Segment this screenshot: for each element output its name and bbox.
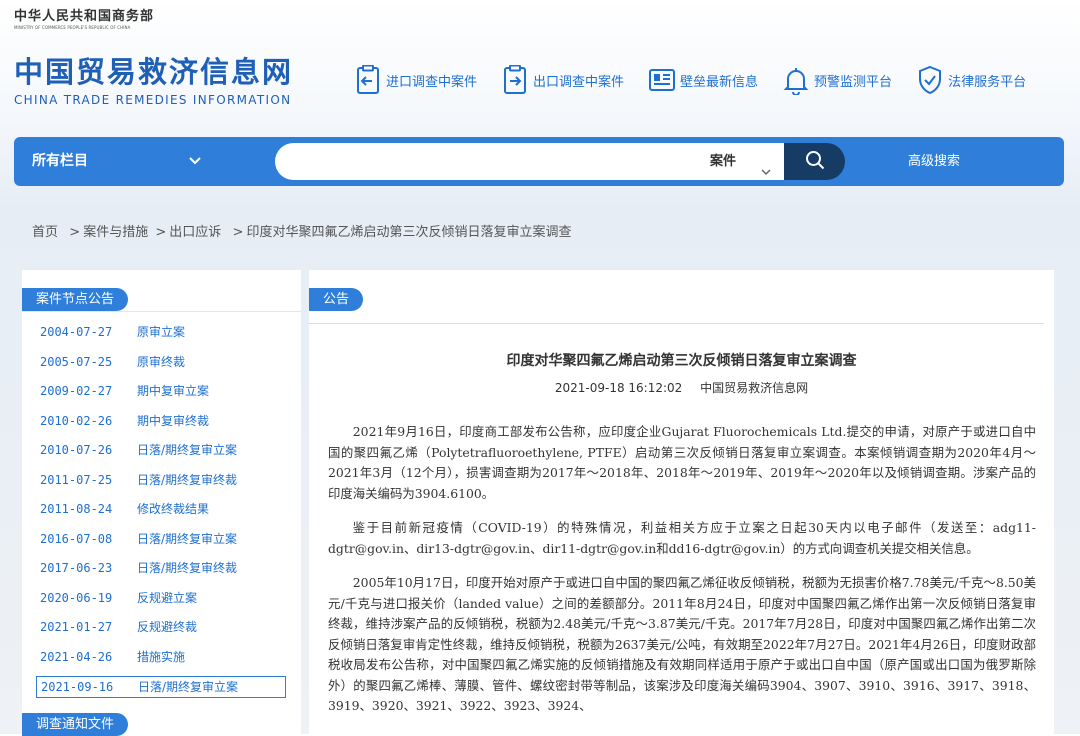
advanced-search-link[interactable]: 高级搜索 [908, 137, 960, 186]
article-panel: 公告 印度对华聚四氟乙烯启动第三次反倾销日落复审立案调查 2021-09-18 … [309, 270, 1054, 734]
document-out-icon [501, 64, 529, 96]
node-title: 反规避终裁 [137, 620, 198, 634]
node-item[interactable]: 2010-02-26 期中复审终裁 [36, 407, 290, 437]
node-date: 2005-07-25 [40, 354, 113, 369]
nav-export-cases[interactable]: 出口调查中案件 [501, 64, 624, 96]
article-meta: 2021-09-18 16:12:02 中国贸易救济信息网 [309, 379, 1054, 396]
node-date: 2011-07-25 [40, 472, 113, 487]
node-date: 2021-01-27 [40, 620, 113, 634]
search-bar: 所有栏目 案件 高级搜索 [14, 137, 1064, 186]
node-title: 日落/期终复审立案 [137, 531, 238, 546]
article-source: 中国贸易救济信息网 [700, 381, 809, 395]
sidebar-section-title: 案件节点公告 [22, 288, 129, 311]
site-logo-en: CHINA TRADE REMEDIES INFORMATION [14, 93, 292, 107]
nav-legal-platform-label: 法律服务平台 [948, 74, 1027, 90]
bell-icon [782, 64, 810, 96]
nav-barrier-news-label: 壁垒最新信息 [680, 74, 759, 90]
nav-warning-platform[interactable]: 预警监测平台 [782, 64, 892, 96]
article-paragraph: 2005年10月17日，印度开始对原产于或进口自中国的聚四氟乙烯征收反倾销税，税… [328, 575, 1036, 713]
nav-export-cases-label: 出口调查中案件 [533, 74, 625, 90]
nav-import-cases[interactable]: 进口调查中案件 [354, 64, 477, 96]
document-in-icon [354, 64, 382, 96]
node-item[interactable]: 2011-08-24 修改终裁结果 [36, 495, 290, 525]
article-section-label: 公告 [309, 288, 364, 311]
node-item[interactable]: 2020-06-19 反规避立案 [36, 584, 290, 614]
node-title: 期中复审立案 [137, 384, 210, 398]
search-type-label: 案件 [710, 154, 737, 169]
article-datetime: 2021-09-18 16:12:02 [554, 381, 683, 395]
nav-legal-platform[interactable]: 法律服务平台 [916, 64, 1026, 96]
node-title: 期中复审终裁 [137, 413, 210, 428]
node-date: 2021-09-16 [41, 680, 114, 694]
node-title: 原审立案 [137, 325, 186, 339]
node-date: 2004-07-27 [40, 325, 113, 339]
node-item[interactable]: 2021-04-26 措施实施 [36, 643, 290, 673]
search-button[interactable] [784, 143, 845, 180]
node-date: 2016-07-08 [40, 531, 113, 546]
node-item[interactable]: 2016-07-08 日落/期终复审立案 [36, 525, 290, 555]
node-date: 2020-06-19 [40, 590, 113, 605]
chevron-down-icon[interactable] [188, 153, 202, 172]
node-date: 2011-08-24 [40, 502, 113, 516]
node-list: 2004-07-27 原审立案 2005-07-25 原审终裁 2009-02-27… [36, 318, 290, 698]
breadcrumb: 首页 > 案件与措施 > 出口应诉 > 印度对华聚四氟乙烯启动第三次反倾销日落复审立案… [32, 225, 572, 240]
ministry-logo[interactable]: 中华人民共和国商务部 MINISTRY OF COMMERCE PEOPLE'S… [14, 5, 154, 30]
node-title: 日落/期终复审终裁 [137, 472, 238, 487]
node-item[interactable]: 2011-07-25 日落/期终复审终裁 [36, 466, 290, 496]
breadcrumb-cases[interactable]: 案件与措施 [83, 225, 148, 240]
search-icon [805, 150, 825, 174]
breadcrumb-export[interactable]: 出口应诉 [169, 225, 221, 240]
shield-check-icon [916, 64, 944, 96]
ministry-name-en: MINISTRY OF COMMERCE PEOPLE'S REPUBLIC O… [14, 25, 131, 30]
node-item[interactable]: 2017-06-23 日落/期终复审终裁 [36, 554, 290, 584]
news-icon [648, 64, 676, 96]
node-item[interactable]: 2010-07-26 日落/期终复审立案 [36, 436, 290, 466]
site-logo[interactable]: 中国贸易救济信息网 CHINA TRADE REMEDIES INFORMATI… [14, 55, 293, 107]
node-item[interactable]: 2021-01-27 反规避终裁 [36, 613, 290, 643]
article-paragraph: 鉴于目前新冠疫情（COVID-19）的特殊情况，利益相关方应于立案之日起30天内… [328, 520, 1036, 556]
nav-import-cases-label: 进口调查中案件 [386, 74, 478, 90]
node-item-active[interactable]: 2021-09-16 日落/期终复审立案 [36, 676, 286, 698]
nav-warning-platform-label: 预警监测平台 [814, 74, 893, 90]
node-title: 措施实施 [137, 649, 186, 664]
article-title: 印度对华聚四氟乙烯启动第三次反倾销日落复审立案调查 [506, 353, 857, 369]
node-title: 日落/期终复审终裁 [137, 561, 238, 575]
top-nav: 进口调查中案件 出口调查中案件 壁垒最新信息 预警监测平台 法律服务平台 [354, 64, 1050, 96]
node-date: 2009-02-27 [40, 384, 113, 398]
chevron-down-icon [760, 156, 772, 193]
node-item[interactable]: 2009-02-27 期中复审立案 [36, 377, 290, 407]
site-logo-cn: 中国贸易救济信息网 [14, 55, 294, 89]
node-title: 日落/期终复审立案 [137, 443, 238, 457]
node-date: 2010-02-26 [40, 413, 113, 428]
node-date: 2021-04-26 [40, 649, 113, 664]
article-paragraph: 2021年9月16日，印度商工部发布公告称，应印度企业Gujarat Fluor… [328, 424, 1036, 501]
breadcrumb-current: 印度对华聚四氟乙烯启动第三次反倾销日落复审立案调查 [246, 225, 572, 240]
node-item[interactable]: 2004-07-27 原审立案 [36, 318, 290, 348]
node-date: 2017-06-23 [40, 561, 113, 575]
scope-dropdown[interactable]: 所有栏目 [32, 137, 88, 186]
breadcrumb-home[interactable]: 首页 [32, 225, 58, 240]
search-input[interactable] [275, 143, 733, 180]
search-type-select[interactable]: 案件 [702, 143, 784, 180]
article-body: 2021年9月16日，印度商工部发布公告称，应印度企业Gujarat Fluor… [328, 422, 1036, 731]
divider [309, 323, 1044, 324]
sidebar: 案件节点公告 2004-07-27 原审立案 2005-07-25 原审终裁 200… [22, 270, 301, 736]
sidebar-section-title: 调查通知文件 [22, 713, 129, 736]
nav-barrier-news[interactable]: 壁垒最新信息 [648, 64, 758, 96]
node-title: 修改终裁结果 [137, 502, 210, 516]
node-item[interactable]: 2005-07-25 原审终裁 [36, 348, 290, 378]
node-title: 日落/期终复审立案 [138, 680, 239, 694]
ministry-name: 中华人民共和国商务部 [14, 9, 155, 24]
node-date: 2010-07-26 [40, 443, 113, 457]
node-title: 原审终裁 [137, 354, 186, 369]
node-title: 反规避立案 [137, 590, 198, 605]
divider [22, 311, 301, 312]
